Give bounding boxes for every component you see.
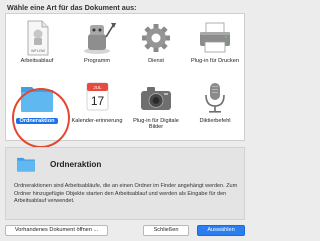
- description-text: Ordneraktionen sind Arbeitsabläufe, die …: [14, 183, 238, 205]
- type-calendar-alarm[interactable]: JUL 17 Kalender-erinnerung: [68, 76, 126, 138]
- type-label: Dienst: [148, 58, 164, 64]
- document-type-grid: WFLOW Arbeitsablauf Programm Dienst Plug…: [5, 13, 245, 148]
- type-print-plugin[interactable]: Plug-in für Drucken: [186, 16, 244, 78]
- svg-text:17: 17: [91, 94, 105, 108]
- description-title: Ordneraktion: [50, 160, 102, 169]
- microphone-icon: [205, 83, 225, 113]
- svg-text:WFLOW: WFLOW: [31, 49, 45, 53]
- type-label: Arbeitsablauf: [20, 58, 54, 64]
- open-existing-document-button[interactable]: Vorhandenes Dokument öffnen ...: [5, 225, 108, 236]
- type-label: Plug-in für Drucken: [191, 58, 239, 64]
- type-label: Diktierbefehl: [199, 118, 231, 124]
- printer-icon: [200, 22, 230, 53]
- selection-highlight-ring: [12, 88, 70, 148]
- type-workflow[interactable]: WFLOW Arbeitsablauf: [8, 16, 66, 78]
- type-image-capture-plugin[interactable]: Plug-in für Digitale Bilder: [127, 76, 185, 138]
- description-panel: Ordneraktion Ordneraktionen sind Arbeits…: [5, 147, 245, 220]
- dialog-heading: Wähle eine Art für das Dokument aus:: [7, 3, 137, 12]
- choose-button[interactable]: Auswählen: [197, 225, 245, 236]
- type-dictation-command[interactable]: Diktierbefehl: [186, 76, 244, 138]
- type-application[interactable]: Programm: [68, 16, 126, 78]
- svg-text:JUL: JUL: [93, 85, 102, 90]
- type-label: Plug-in für Digitale Bilder: [133, 118, 179, 131]
- type-label: Kalender-erinnerung: [71, 118, 123, 124]
- camera-icon: [141, 87, 171, 110]
- calendar-icon: JUL 17: [86, 82, 109, 111]
- gear-icon: [142, 24, 170, 52]
- type-label: Programm: [83, 58, 111, 64]
- type-service[interactable]: Dienst: [127, 16, 185, 78]
- close-button[interactable]: Schließen: [143, 225, 189, 236]
- automator-robot-icon: [84, 23, 116, 54]
- workflow-document-icon: WFLOW: [27, 20, 49, 56]
- folder-icon: [17, 157, 35, 172]
